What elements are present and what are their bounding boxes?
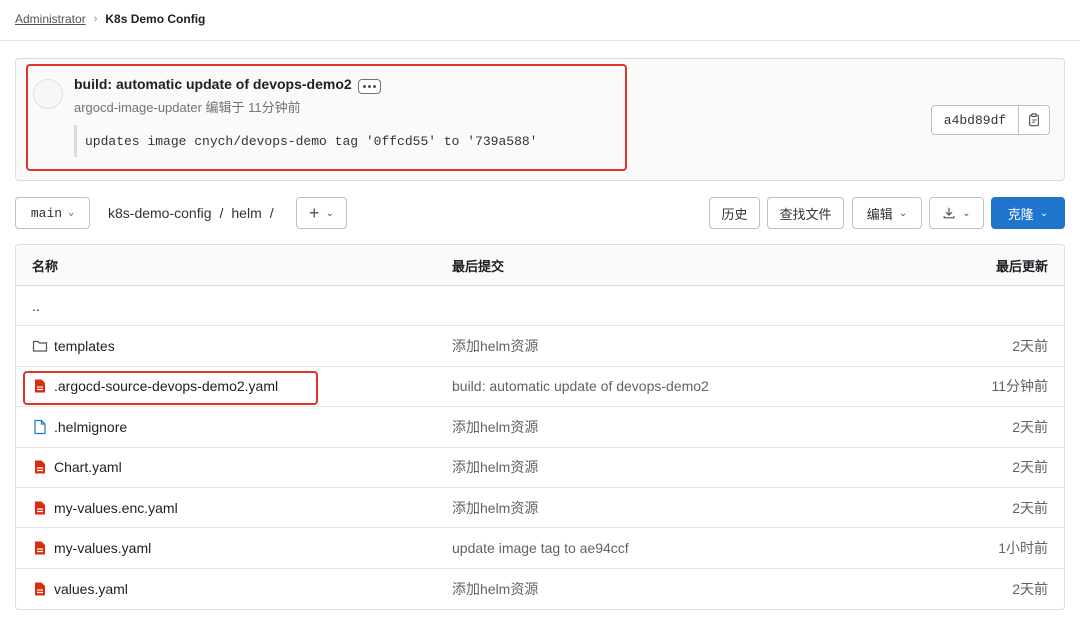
row-commit[interactable]: 添加helm资源 bbox=[452, 417, 538, 437]
toggle-description-button[interactable] bbox=[358, 79, 381, 94]
chevron-down-icon: ⌄ bbox=[962, 207, 971, 219]
last-commit-panel: build: automatic update of devops-demo2 … bbox=[15, 58, 1065, 181]
breadcrumb-current[interactable]: K8s Demo Config bbox=[105, 12, 205, 26]
clone-label: 克隆 bbox=[1007, 206, 1034, 222]
breadcrumb-parent-link[interactable]: Administrator bbox=[15, 12, 86, 26]
row-name[interactable]: .argocd-source-devops-demo2.yaml bbox=[54, 378, 278, 394]
branch-selector[interactable]: main ⌄ bbox=[15, 197, 90, 229]
table-row[interactable]: .argocd-source-devops-demo2.yaml build: … bbox=[16, 367, 1064, 408]
row-time: 1小时前 bbox=[998, 540, 1048, 557]
row-name[interactable]: templates bbox=[54, 338, 115, 354]
avatar[interactable] bbox=[33, 79, 63, 109]
table-header: 名称 最后提交 最后更新 bbox=[16, 245, 1064, 286]
chevron-right-icon: › bbox=[93, 13, 98, 25]
row-commit[interactable]: 添加helm资源 bbox=[452, 498, 538, 518]
path-dir-link[interactable]: helm bbox=[231, 205, 261, 221]
row-commit[interactable]: build: automatic update of devops-demo2 bbox=[452, 378, 709, 394]
table-row[interactable]: Chart.yaml 添加helm资源 2天前 bbox=[16, 448, 1064, 488]
clone-dropdown-button[interactable]: 克隆 ⌄ bbox=[991, 197, 1065, 229]
repo-path-breadcrumb: k8s-demo-config / helm / bbox=[108, 197, 274, 229]
path-separator: / bbox=[219, 205, 224, 221]
row-time: 2天前 bbox=[1012, 459, 1048, 476]
row-name[interactable]: values.yaml bbox=[54, 581, 128, 597]
yaml-file-icon bbox=[35, 379, 45, 393]
row-commit[interactable]: 添加helm资源 bbox=[452, 336, 538, 356]
edit-dropdown-button[interactable]: 编辑 ⌄ bbox=[852, 197, 922, 229]
file-icon bbox=[34, 419, 46, 434]
header-last-update: 最后更新 bbox=[995, 258, 1048, 274]
chevron-down-icon: ⌄ bbox=[898, 207, 908, 219]
copy-sha-button[interactable] bbox=[1019, 106, 1049, 134]
add-to-tree-button[interactable]: + ⌄ bbox=[296, 197, 347, 229]
row-name[interactable]: .helmignore bbox=[54, 419, 127, 435]
path-repo-link[interactable]: k8s-demo-config bbox=[108, 205, 212, 221]
plus-icon: + bbox=[309, 203, 320, 223]
commit-sha[interactable]: a4bd89df bbox=[932, 106, 1019, 134]
ellipsis-icon bbox=[363, 85, 366, 88]
table-row[interactable]: my-values.yaml update image tag to ae94c… bbox=[16, 528, 1064, 569]
row-commit[interactable]: 添加helm资源 bbox=[452, 457, 538, 477]
download-dropdown-button[interactable]: ⌄ bbox=[929, 197, 984, 229]
row-time: 2天前 bbox=[1012, 338, 1048, 355]
commit-sha-group: a4bd89df bbox=[931, 105, 1050, 135]
row-time: 2天前 bbox=[1012, 580, 1048, 597]
header-name: 名称 bbox=[32, 258, 59, 274]
download-icon bbox=[943, 207, 955, 219]
header-last-commit: 最后提交 bbox=[452, 258, 505, 274]
row-time: 2天前 bbox=[1012, 499, 1048, 516]
table-row[interactable]: .helmignore 添加helm资源 2天前 bbox=[16, 407, 1064, 448]
yaml-file-icon bbox=[35, 460, 45, 474]
chevron-down-icon: ⌄ bbox=[325, 207, 334, 219]
yaml-file-icon bbox=[35, 541, 45, 555]
row-time: 2天前 bbox=[1012, 418, 1048, 435]
chevron-down-icon: ⌄ bbox=[68, 208, 75, 219]
clipboard-icon bbox=[1029, 113, 1039, 127]
row-commit[interactable]: update image tag to ae94ccf bbox=[452, 540, 629, 556]
table-row[interactable]: values.yaml 添加helm资源 2天前 bbox=[16, 569, 1064, 609]
header-divider bbox=[0, 40, 1080, 41]
find-file-button[interactable]: 查找文件 bbox=[767, 197, 844, 229]
breadcrumb: Administrator › K8s Demo Config bbox=[15, 11, 205, 27]
commit-description: updates image cnych/devops-demo tag '0ff… bbox=[74, 125, 537, 157]
row-commit[interactable]: 添加helm资源 bbox=[452, 579, 538, 599]
file-tree-table: 名称 最后提交 最后更新 .. templates 添加helm资源 2天前 .… bbox=[15, 244, 1065, 611]
yaml-file-icon bbox=[35, 582, 45, 596]
chevron-down-icon: ⌄ bbox=[1039, 207, 1049, 219]
folder-icon bbox=[32, 340, 48, 352]
table-row[interactable]: templates 添加helm资源 2天前 bbox=[16, 326, 1064, 367]
history-button[interactable]: 历史 bbox=[709, 197, 760, 229]
path-separator: / bbox=[269, 205, 274, 221]
branch-name: main bbox=[30, 205, 63, 221]
commit-title[interactable]: build: automatic update of devops-demo2 bbox=[74, 76, 352, 92]
row-name[interactable]: .. bbox=[32, 298, 40, 314]
row-name[interactable]: my-values.yaml bbox=[54, 540, 151, 556]
row-name[interactable]: Chart.yaml bbox=[54, 459, 122, 475]
row-time: 11分钟前 bbox=[991, 378, 1048, 395]
row-name[interactable]: my-values.enc.yaml bbox=[54, 500, 178, 516]
edit-label: 编辑 bbox=[866, 206, 893, 222]
yaml-file-icon bbox=[35, 501, 45, 515]
table-row[interactable]: my-values.enc.yaml 添加helm资源 2天前 bbox=[16, 488, 1064, 529]
table-row-parent-dir[interactable]: .. bbox=[16, 286, 1064, 327]
commit-author-meta: argocd-image-updater 编辑于 11分钟前 bbox=[74, 100, 301, 115]
